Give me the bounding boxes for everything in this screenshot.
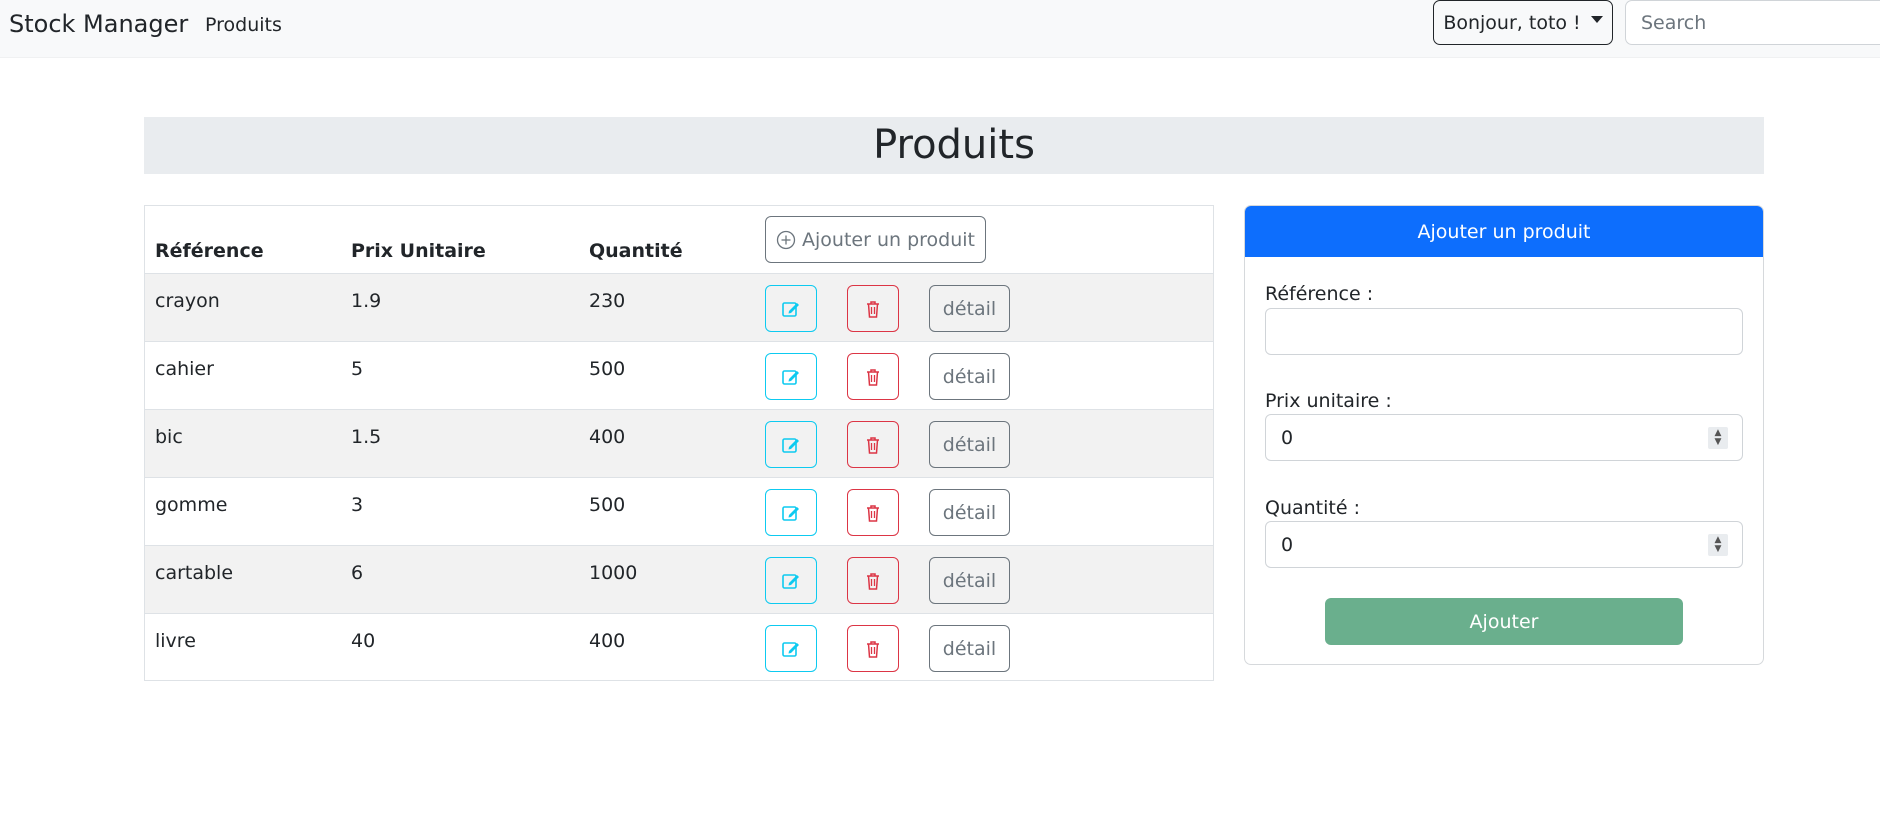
spinner-icon[interactable]: ▲ ▼ (1708, 534, 1728, 556)
cell-quantity: 500 (589, 358, 626, 380)
detail-button[interactable]: détail (929, 421, 1010, 468)
edit-icon (782, 641, 799, 657)
trash-icon (867, 504, 879, 522)
edit-button[interactable] (765, 353, 817, 400)
cell-price: 1.9 (351, 290, 382, 312)
table-row: cartable 6 1000 détail (145, 546, 1213, 614)
trash-icon (867, 436, 879, 454)
reference-label: Référence : (1265, 283, 1374, 305)
delete-button[interactable] (847, 557, 899, 604)
products-table: Référence Prix Unitaire Quantité Ajouter… (144, 205, 1214, 681)
add-product-button[interactable]: Ajouter un produit (765, 216, 986, 263)
table-row: livre 40 400 détail (145, 614, 1213, 681)
plus-circle-icon (776, 230, 796, 249)
page-title: Produits (144, 117, 1764, 174)
cell-price: 6 (351, 562, 364, 584)
detail-button[interactable]: détail (929, 557, 1010, 604)
edit-icon (782, 369, 799, 385)
edit-button[interactable] (765, 285, 817, 332)
table-row: crayon 1.9 230 détail (145, 274, 1213, 342)
table-row: cahier 5 500 détail (145, 342, 1213, 410)
search-input[interactable] (1625, 0, 1880, 45)
brand[interactable]: Stock Manager (9, 10, 188, 38)
detail-button[interactable]: détail (929, 285, 1010, 332)
spinner-icon[interactable]: ▲ ▼ (1708, 427, 1728, 449)
cell-reference: cartable (155, 562, 234, 584)
table-header-row: Référence Prix Unitaire Quantité Ajouter… (145, 206, 1213, 274)
delete-button[interactable] (847, 625, 899, 672)
cell-price: 1.5 (351, 426, 382, 448)
header-quantity: Quantité (589, 240, 683, 262)
delete-button[interactable] (847, 285, 899, 332)
trash-icon (867, 368, 879, 386)
user-menu-button[interactable]: Bonjour, toto ! (1433, 0, 1613, 45)
reference-input[interactable] (1265, 308, 1743, 355)
delete-button[interactable] (847, 489, 899, 536)
add-product-card: Ajouter un produit Référence : Prix unit… (1244, 205, 1764, 665)
delete-button[interactable] (847, 353, 899, 400)
user-menu-label: Bonjour, toto ! (1443, 11, 1581, 34)
cell-quantity: 500 (589, 494, 626, 516)
price-input[interactable]: 0 ▲ ▼ (1265, 414, 1743, 461)
cell-price: 40 (351, 630, 376, 652)
cell-quantity: 230 (589, 290, 626, 312)
detail-button[interactable]: détail (929, 489, 1010, 536)
cell-price: 5 (351, 358, 364, 380)
edit-button[interactable] (765, 625, 817, 672)
header-price: Prix Unitaire (351, 240, 486, 262)
quantity-input[interactable]: 0 ▲ ▼ (1265, 521, 1743, 568)
edit-icon (782, 573, 799, 589)
price-label: Prix unitaire : (1265, 390, 1392, 412)
quantity-value: 0 (1281, 533, 1294, 556)
cell-reference: bic (155, 426, 183, 448)
cell-reference: crayon (155, 290, 220, 312)
cell-reference: cahier (155, 358, 214, 380)
trash-icon (867, 572, 879, 590)
cell-price: 3 (351, 494, 364, 516)
edit-icon (782, 437, 799, 453)
edit-button[interactable] (765, 421, 817, 468)
edit-button[interactable] (765, 557, 817, 604)
navbar: Stock Manager Produits Bonjour, toto ! (0, 0, 1880, 58)
edit-icon (782, 301, 799, 317)
cell-reference: livre (155, 630, 196, 652)
cell-quantity: 400 (589, 426, 626, 448)
detail-button[interactable]: détail (929, 625, 1010, 672)
quantity-label: Quantité : (1265, 497, 1360, 519)
nav-link-produits[interactable]: Produits (205, 14, 282, 36)
header-reference: Référence (155, 240, 264, 262)
table-row: bic 1.5 400 détail (145, 410, 1213, 478)
caret-down-icon (1590, 16, 1603, 23)
trash-icon (867, 640, 879, 658)
price-value: 0 (1281, 426, 1294, 449)
add-product-label: Ajouter un produit (802, 228, 975, 251)
detail-button[interactable]: détail (929, 353, 1010, 400)
cell-reference: gomme (155, 494, 228, 516)
cell-quantity: 400 (589, 630, 626, 652)
edit-button[interactable] (765, 489, 817, 536)
card-header: Ajouter un produit (1245, 206, 1763, 257)
trash-icon (867, 300, 879, 318)
submit-button[interactable]: Ajouter (1325, 598, 1683, 645)
edit-icon (782, 505, 799, 521)
table-row: gomme 3 500 détail (145, 478, 1213, 546)
cell-quantity: 1000 (589, 562, 638, 584)
delete-button[interactable] (847, 421, 899, 468)
